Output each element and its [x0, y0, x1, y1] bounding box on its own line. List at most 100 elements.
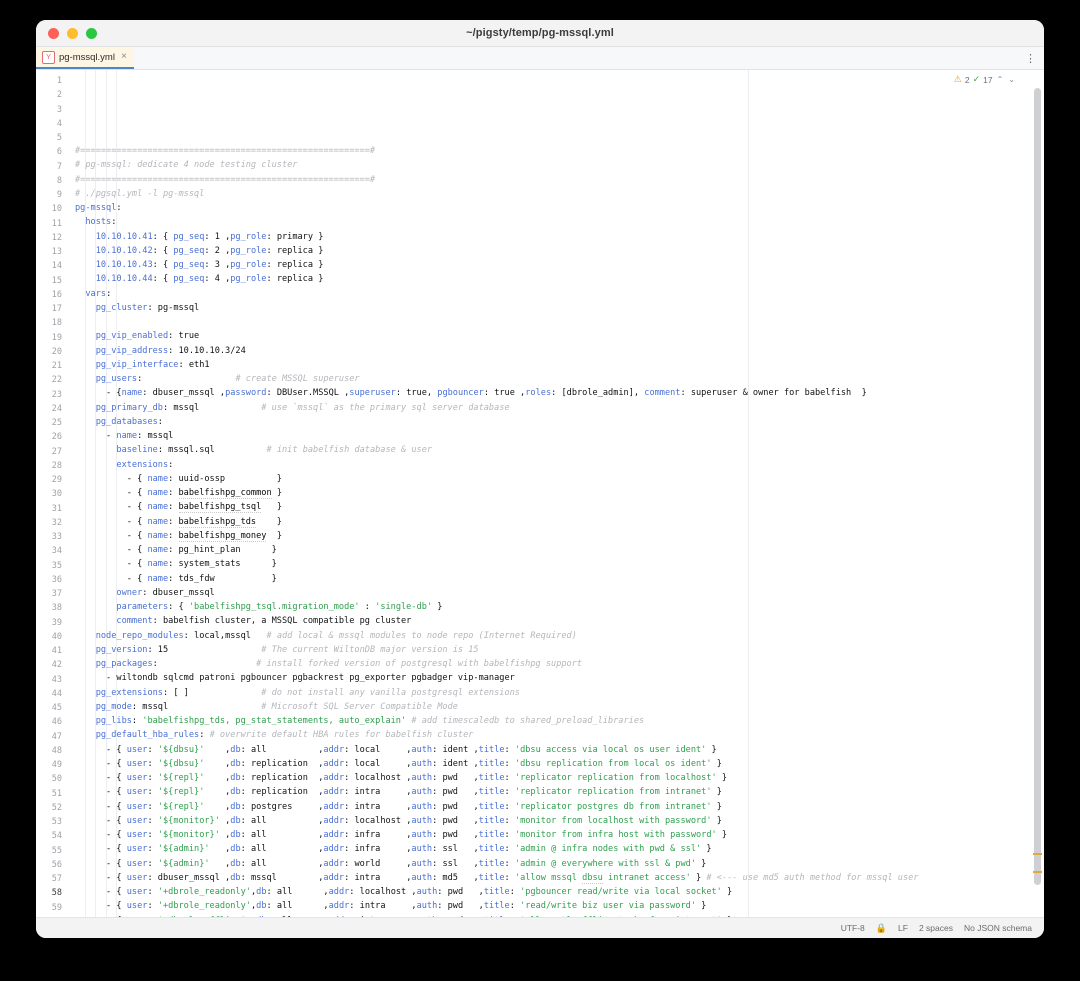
status-json-schema[interactable]: No JSON schema [964, 923, 1032, 933]
code-line[interactable]: - { user: '${repl}' ,db: replication ,ad… [69, 771, 1044, 785]
code-line[interactable]: - { name: babelfishpg_common } [69, 486, 1044, 500]
code-line[interactable]: pg_vip_enabled: true [69, 329, 1044, 343]
code-line[interactable]: pg_databases: [69, 415, 1044, 429]
code-line[interactable]: pg_libs: 'babelfishpg_tds, pg_stat_state… [69, 714, 1044, 728]
code-line[interactable]: pg_mode: mssql # Microsoft SQL Server Co… [69, 700, 1044, 714]
code-line[interactable]: pg_cluster: pg-mssql [69, 301, 1044, 315]
line-number: 53 [36, 815, 69, 829]
code-line[interactable]: vars: [69, 287, 1044, 301]
line-number: 3 [36, 103, 69, 117]
line-number: 9 [36, 188, 69, 202]
code-line[interactable]: 10.10.10.42: { pg_seq: 2 ,pg_role: repli… [69, 244, 1044, 258]
code-line[interactable]: - name: mssql [69, 429, 1044, 443]
code-editor[interactable]: 1234567891011121314151617181920212223242… [36, 70, 1044, 917]
status-encoding[interactable]: UTF-8 [841, 923, 865, 933]
line-number: 5 [36, 131, 69, 145]
line-number: 58 [36, 886, 69, 900]
line-number: 6 [36, 145, 69, 159]
close-icon[interactable]: × [119, 52, 127, 62]
code-line[interactable]: - { name: babelfishpg_tsql } [69, 500, 1044, 514]
code-line[interactable]: - { user: '${dbsu}' ,db: all ,addr: loca… [69, 743, 1044, 757]
code-line[interactable]: pg_default_hba_rules: # overwrite defaul… [69, 728, 1044, 742]
code-line[interactable]: 10.10.10.41: { pg_seq: 1 ,pg_role: prima… [69, 230, 1044, 244]
code-line[interactable]: - { name: babelfishpg_money } [69, 529, 1044, 543]
code-line[interactable]: extensions: [69, 458, 1044, 472]
code-line[interactable]: - { name: tds_fdw } [69, 572, 1044, 586]
line-number: 12 [36, 231, 69, 245]
code-line[interactable]: pg_users: # create MSSQL superuser [69, 372, 1044, 386]
code-line[interactable]: - { user: '${dbsu}' ,db: replication ,ad… [69, 757, 1044, 771]
code-line[interactable]: pg_version: 15 # The current WiltonDB ma… [69, 643, 1044, 657]
chevron-up-icon[interactable]: ⌃ [996, 75, 1005, 84]
line-number: 57 [36, 872, 69, 886]
code-line[interactable]: node_repo_modules: local,mssql # add loc… [69, 629, 1044, 643]
yaml-file-icon: Y [42, 51, 55, 64]
line-number: 33 [36, 530, 69, 544]
line-number: 40 [36, 630, 69, 644]
lock-icon[interactable]: 🔒 [876, 923, 887, 934]
desktop-background: ~/pigsty/temp/pg-mssql.yml Y pg-mssql.ym… [0, 0, 1080, 981]
code-line[interactable]: - { name: uuid-ossp } [69, 472, 1044, 486]
code-line[interactable]: - { user: '${repl}' ,db: postgres ,addr:… [69, 800, 1044, 814]
line-number: 52 [36, 801, 69, 815]
line-number: 55 [36, 844, 69, 858]
line-number: 4 [36, 117, 69, 131]
code-line[interactable]: - { user: '+dbrole_readonly',db: all ,ad… [69, 899, 1044, 913]
code-line[interactable]: - { user: '${repl}' ,db: replication ,ad… [69, 785, 1044, 799]
code-line[interactable]: - { name: system_stats } [69, 557, 1044, 571]
code-line[interactable]: - wiltondb sqlcmd patroni pgbouncer pgba… [69, 671, 1044, 685]
code-line[interactable]: parameters: { 'babelfishpg_tsql.migratio… [69, 600, 1044, 614]
code-line[interactable] [69, 315, 1044, 329]
line-number: 35 [36, 559, 69, 573]
line-number: 10 [36, 202, 69, 216]
chevron-down-icon[interactable]: ⌄ [1007, 75, 1016, 84]
code-line[interactable]: - { user: '${admin}' ,db: all ,addr: wor… [69, 857, 1044, 871]
vertical-scrollbar[interactable] [1034, 88, 1041, 913]
scrollbar-thumb[interactable] [1034, 88, 1041, 885]
line-number: 29 [36, 473, 69, 487]
line-number: 50 [36, 772, 69, 786]
code-line[interactable]: - { name: babelfishpg_tds } [69, 515, 1044, 529]
code-line[interactable]: # ./pgsql.yml -l pg-mssql [69, 187, 1044, 201]
code-line[interactable]: pg-mssql: [69, 201, 1044, 215]
line-number: 37 [36, 587, 69, 601]
check-icon: ✓ [973, 74, 981, 85]
code-line[interactable]: 10.10.10.44: { pg_seq: 4 ,pg_role: repli… [69, 272, 1044, 286]
line-number: 44 [36, 687, 69, 701]
code-line[interactable]: pg_packages: # install forked version of… [69, 657, 1044, 671]
code-line[interactable]: - { user: '${admin}' ,db: all ,addr: inf… [69, 842, 1044, 856]
line-number: 59 [36, 901, 69, 915]
code-line[interactable]: #=======================================… [69, 173, 1044, 187]
code-line[interactable]: - { user: '+dbrole_offline' ,db: all ,ad… [69, 914, 1044, 918]
more-options-icon[interactable]: ⋮ [1025, 47, 1036, 69]
line-number: 13 [36, 245, 69, 259]
status-line-separator[interactable]: LF [898, 923, 908, 933]
line-number: 36 [36, 573, 69, 587]
code-line[interactable]: pg_vip_interface: eth1 [69, 358, 1044, 372]
code-line[interactable]: pg_primary_db: mssql # use `mssql` as th… [69, 401, 1044, 415]
code-line[interactable]: - { name: pg_hint_plan } [69, 543, 1044, 557]
code-line[interactable]: - { user: dbuser_mssql ,db: mssql ,addr:… [69, 871, 1044, 885]
code-line[interactable]: - {name: dbuser_mssql ,password: DBUser.… [69, 386, 1044, 400]
status-indent[interactable]: 2 spaces [919, 923, 953, 933]
line-number: 31 [36, 502, 69, 516]
code-line[interactable]: # pg-mssql: dedicate 4 node testing clus… [69, 158, 1044, 172]
code-line[interactable]: pg_vip_address: 10.10.10.3/24 [69, 344, 1044, 358]
code-line[interactable]: - { user: '+dbrole_readonly',db: all ,ad… [69, 885, 1044, 899]
code-line[interactable]: hosts: [69, 215, 1044, 229]
code-line[interactable]: baseline: mssql.sql # init babelfish dat… [69, 443, 1044, 457]
scrollbar-warning-mark [1033, 853, 1042, 855]
code-line[interactable]: comment: babelfish cluster, a MSSQL comp… [69, 614, 1044, 628]
line-number: 38 [36, 601, 69, 615]
line-number: 27 [36, 445, 69, 459]
code-line[interactable]: 10.10.10.43: { pg_seq: 3 ,pg_role: repli… [69, 258, 1044, 272]
code-line[interactable]: #=======================================… [69, 144, 1044, 158]
code-line[interactable]: pg_extensions: [ ] # do not install any … [69, 686, 1044, 700]
code-line[interactable]: owner: dbuser_mssql [69, 586, 1044, 600]
code-line[interactable]: - { user: '${monitor}' ,db: all ,addr: l… [69, 814, 1044, 828]
line-number: 20 [36, 345, 69, 359]
code-area[interactable]: #=======================================… [69, 70, 1044, 917]
inspection-widget[interactable]: ⚠ 2 ✓ 17 ⌃ ⌄ [954, 74, 1016, 85]
code-line[interactable]: - { user: '${monitor}' ,db: all ,addr: i… [69, 828, 1044, 842]
tab-pg-mssql-yml[interactable]: Y pg-mssql.yml × [36, 47, 134, 69]
